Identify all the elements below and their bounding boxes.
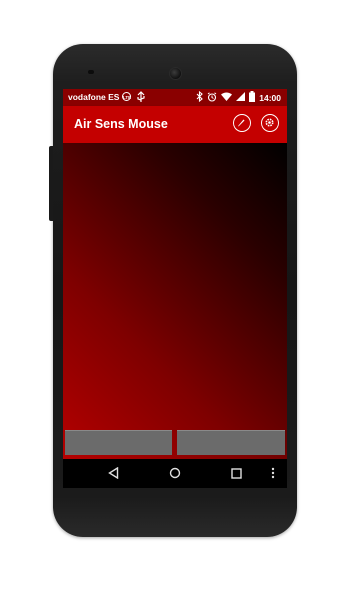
network-badge: LTE — [122, 92, 131, 101]
carrier-name: vodafone ES — [68, 92, 120, 102]
battery-icon — [249, 91, 256, 104]
edit-button[interactable] — [233, 114, 251, 132]
recents-button[interactable] — [231, 466, 242, 484]
alarm-icon — [207, 91, 217, 104]
menu-button[interactable] — [271, 466, 275, 484]
home-button[interactable] — [169, 466, 181, 484]
speaker-grille — [88, 70, 94, 74]
phone-side-button — [49, 146, 53, 221]
right-mouse-button[interactable] — [177, 430, 285, 455]
phone-screen: vodafone ES LTE 14:00 Air Sens Mouse — [63, 89, 287, 488]
settings-button[interactable] — [261, 114, 279, 132]
bluetooth-icon — [196, 90, 204, 104]
clock-time: 14:00 — [259, 92, 281, 103]
edit-icon — [238, 119, 245, 127]
front-camera — [169, 67, 182, 80]
home-icon — [169, 467, 181, 479]
left-mouse-button[interactable] — [65, 430, 172, 455]
wifi-icon — [221, 92, 233, 103]
app-title: Air Sens Mouse — [74, 117, 168, 131]
status-bar: vodafone ES LTE 14:00 — [63, 89, 287, 106]
back-button[interactable] — [108, 466, 119, 484]
navigation-bar — [63, 459, 287, 488]
usb-icon — [137, 91, 145, 105]
menu-icon — [271, 467, 275, 479]
settings-icon — [265, 118, 274, 127]
signal-icon — [236, 92, 246, 103]
back-icon — [108, 466, 119, 480]
recents-icon — [231, 468, 242, 479]
touch-pad-area[interactable] — [63, 143, 287, 459]
app-bar: Air Sens Mouse — [63, 106, 287, 143]
